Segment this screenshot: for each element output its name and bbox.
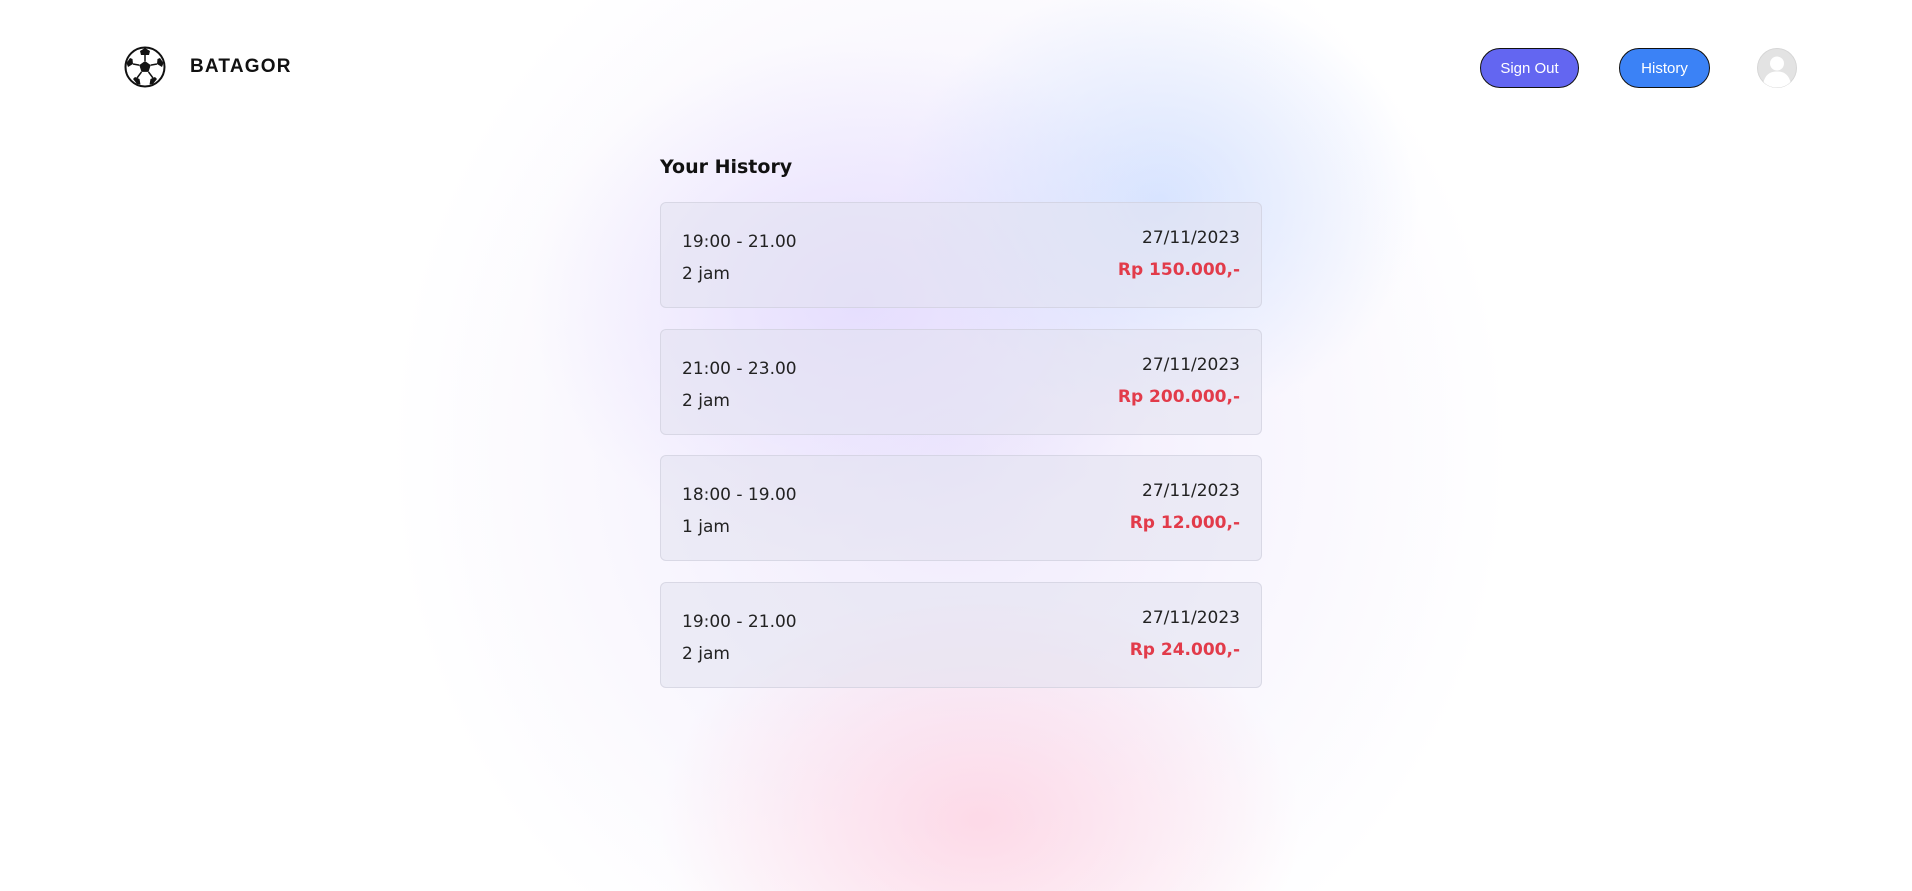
page: BATAGOR Sign Out History Your History 19… — [0, 0, 1912, 891]
booking-time: 19:00 - 21.00 — [682, 612, 797, 632]
history-item[interactable]: 19:00 - 21.00 2 jam 27/11/2023 Rp 24.000… — [660, 582, 1262, 688]
booking-date: 27/11/2023 — [1142, 481, 1240, 501]
booking-time: 19:00 - 21.00 — [682, 232, 797, 252]
booking-price: Rp 24.000,- — [1129, 640, 1240, 660]
booking-duration: 1 jam — [682, 517, 730, 537]
history-label: History — [1641, 59, 1688, 77]
brand-name[interactable]: BATAGOR — [190, 56, 292, 78]
booking-duration: 2 jam — [682, 264, 730, 284]
user-avatar-icon[interactable] — [1757, 48, 1797, 88]
booking-date: 27/11/2023 — [1142, 228, 1240, 248]
history-item[interactable]: 18:00 - 19.00 1 jam 27/11/2023 Rp 12.000… — [660, 455, 1262, 561]
booking-price: Rp 150.000,- — [1117, 260, 1240, 280]
booking-date: 27/11/2023 — [1142, 608, 1240, 628]
booking-price: Rp 200.000,- — [1117, 387, 1240, 407]
booking-duration: 2 jam — [682, 644, 730, 664]
page-title: Your History — [660, 156, 793, 178]
sign-out-button[interactable]: Sign Out — [1480, 48, 1579, 88]
soccer-ball-icon[interactable] — [124, 46, 166, 88]
booking-date: 27/11/2023 — [1142, 355, 1240, 375]
booking-duration: 2 jam — [682, 391, 730, 411]
history-item[interactable]: 21:00 - 23.00 2 jam 27/11/2023 Rp 200.00… — [660, 329, 1262, 435]
history-item[interactable]: 19:00 - 21.00 2 jam 27/11/2023 Rp 150.00… — [660, 202, 1262, 308]
booking-price: Rp 12.000,- — [1129, 513, 1240, 533]
history-button[interactable]: History — [1619, 48, 1710, 88]
booking-time: 21:00 - 23.00 — [682, 359, 797, 379]
booking-time: 18:00 - 19.00 — [682, 485, 797, 505]
sign-out-label: Sign Out — [1500, 59, 1559, 77]
